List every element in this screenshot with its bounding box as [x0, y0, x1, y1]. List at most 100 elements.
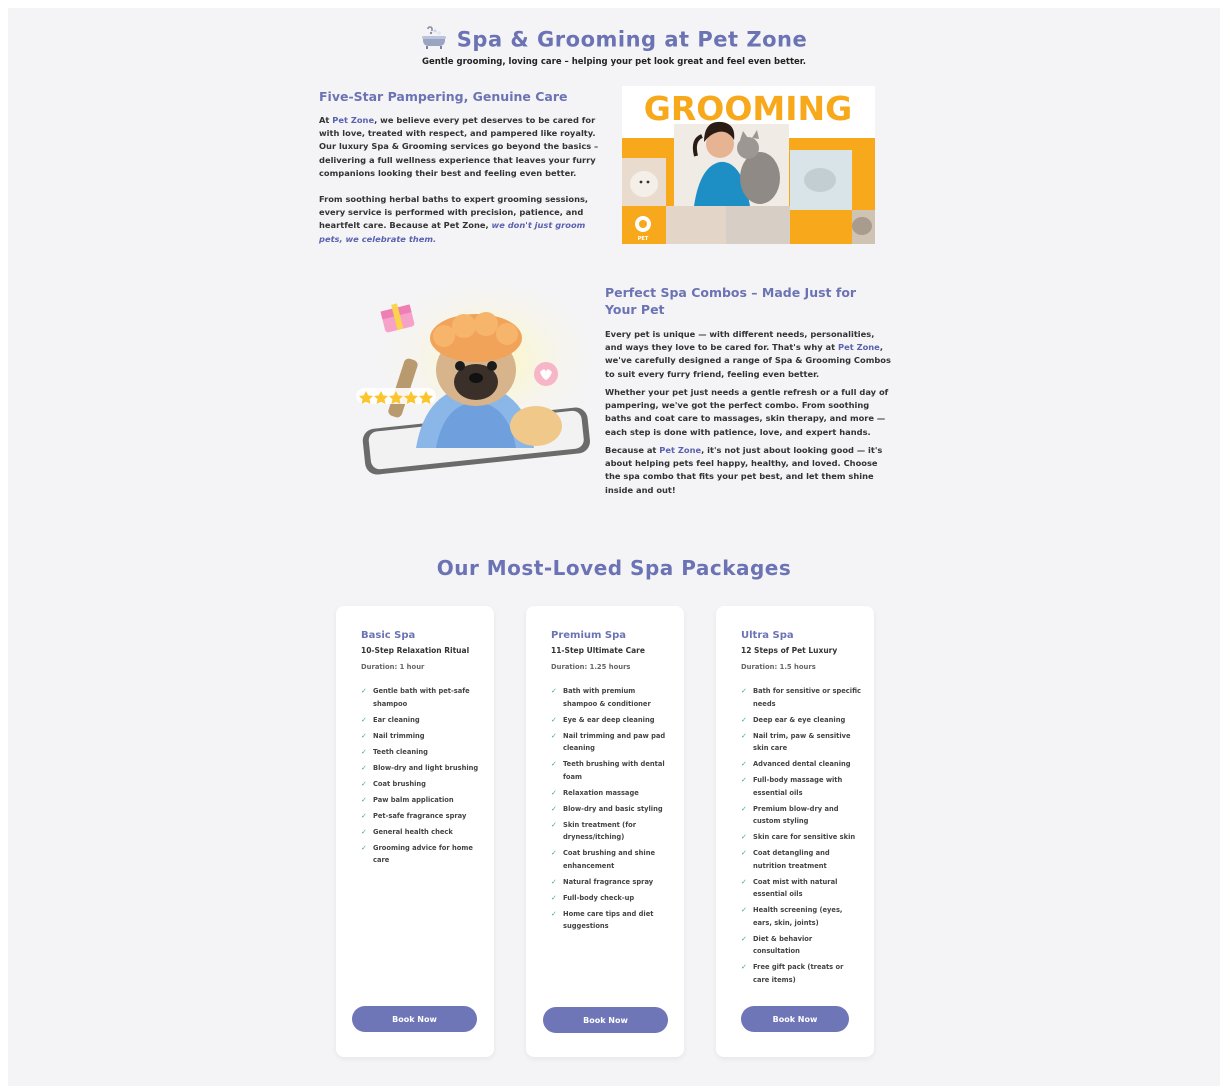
feature-item: ✓ Relaxation massage [551, 787, 671, 800]
feature-text: Full-body check-up [563, 893, 635, 902]
package-card-ultra: Ultra Spa 12 Steps of Pet Luxury Duratio… [716, 606, 874, 1057]
package-tagline: 11-Step Ultimate Care [551, 646, 645, 655]
feature-text: Skin treatment (for dryness/itching) [563, 820, 637, 842]
book-now-button-basic[interactable]: Book Now [352, 1006, 477, 1032]
section2-paragraph-3: Because at Pet Zone, it's not just about… [605, 444, 893, 497]
feature-text: Teeth brushing with dental foam [563, 760, 665, 781]
feature-text: Advanced dental cleaning [753, 760, 851, 768]
feature-text: Health screening (eyes, ears, skin, join… [753, 906, 843, 927]
grooming-image-logo-text: PET [638, 236, 649, 242]
feature-item: ✓ Premium blow-dry and custom styling [741, 803, 861, 828]
check-icon: ✓ [361, 763, 367, 772]
feature-text: Diet & behavior consultation [753, 934, 813, 956]
package-card-basic: Basic Spa 10-Step Relaxation Ritual Dura… [336, 606, 494, 1057]
hero-title-row: Spa & Grooming at Pet Zone [8, 26, 1220, 55]
check-icon: ✓ [361, 779, 367, 788]
feature-item: ✓ Paw balm application [361, 794, 481, 807]
feature-list: ✓ Gentle bath with pet-safe shampoo ✓ Ear c… [361, 685, 481, 870]
feature-text: Nail trimming [373, 731, 425, 740]
section1-heading: Five-Star Pampering, Genuine Care [319, 89, 568, 104]
feature-list: ✓ Bath for sensitive or specific needs ✓ De… [741, 685, 861, 990]
check-icon: ✓ [551, 877, 557, 886]
check-icon: ✓ [741, 934, 747, 943]
check-icon: ✓ [361, 795, 367, 804]
hero-title: Spa & Grooming at Pet Zone [456, 27, 808, 52]
book-now-button-ultra[interactable]: Book Now [741, 1006, 849, 1032]
feature-text: Teeth cleaning [373, 747, 428, 756]
section1-paragraph-2: From soothing herbal baths to expert gro… [319, 193, 607, 246]
feature-item: ✓ Coat mist with natural essential oils [741, 876, 861, 901]
check-icon: ✓ [741, 849, 747, 857]
feature-text: Eye & ear deep cleaning [563, 715, 655, 724]
spa-pet-illustration [326, 278, 596, 478]
feature-list: ✓ Bath with premium shampoo & conditioner… [551, 685, 671, 936]
feature-item: ✓ Coat brushing [361, 778, 481, 791]
check-icon: ✓ [741, 963, 747, 971]
feature-item: ✓ Natural fragrance spray [551, 876, 671, 889]
feature-item: ✓ Coat detangling and nutrition treatment [741, 847, 861, 872]
feature-text: Deep ear & eye cleaning [753, 715, 846, 724]
feature-text: Coat brushing [373, 779, 426, 788]
brand-name: Pet Zone [659, 445, 702, 455]
feature-item: ✓ Skin treatment (for dryness/itching) [551, 819, 671, 844]
book-now-button-premium[interactable]: Book Now [543, 1007, 668, 1033]
check-icon: ✓ [551, 788, 557, 797]
feature-item: ✓ Free gift pack (treats or care items) [741, 961, 861, 986]
feature-text: General health check [373, 827, 453, 836]
feature-item: ✓ Home care tips and diet suggestions [551, 908, 671, 933]
bathtub-icon [421, 26, 447, 55]
feature-item: ✓ Full-body check-up [551, 892, 671, 905]
package-tagline: 10-Step Relaxation Ritual [361, 646, 470, 655]
text-segment: Every pet is unique — with different nee… [605, 329, 875, 353]
feature-text: Bath for sensitive or specific needs [753, 687, 861, 708]
check-icon: ✓ [741, 833, 747, 841]
check-icon: ✓ [361, 687, 367, 695]
package-card-premium: Premium Spa 11-Step Ultimate Care Durati… [526, 606, 684, 1057]
check-icon: ✓ [361, 747, 367, 756]
feature-item: ✓ Advanced dental cleaning [741, 758, 861, 771]
feature-text: Full-body massage with essential oils [753, 776, 843, 797]
check-icon: ✓ [361, 843, 367, 852]
feature-item: ✓ Bath for sensitive or specific needs [741, 685, 861, 710]
feature-item: ✓ Health screening (eyes, ears, skin, joi… [741, 904, 861, 929]
check-icon: ✓ [551, 909, 557, 918]
section2-heading: Perfect Spa Combos – Made Just for Your … [605, 285, 857, 317]
feature-item: ✓ Nail trim, paw & sensitive skin care [741, 730, 861, 755]
check-icon: ✓ [741, 906, 747, 914]
check-icon: ✓ [551, 687, 557, 695]
check-icon: ✓ [551, 804, 557, 813]
feature-text: Home care tips and diet suggestions [563, 909, 654, 931]
feature-item: ✓ Gentle bath with pet-safe shampoo [361, 685, 481, 710]
package-duration: Duration: 1.5 hours [741, 663, 816, 671]
feature-text: Coat detangling and nutrition treatment [753, 849, 830, 870]
feature-text: Natural fragrance spray [563, 877, 654, 886]
check-icon: ✓ [741, 687, 747, 695]
feature-item: ✓ Pet-safe fragrance spray [361, 810, 481, 823]
feature-text: Ear cleaning [373, 715, 420, 724]
feature-item: ✓ General health check [361, 826, 481, 839]
feature-item: ✓ Coat brushing and shine enhancement [551, 847, 671, 872]
check-icon: ✓ [741, 731, 747, 740]
feature-item: ✓ Bath with premium shampoo & conditioner [551, 685, 671, 710]
text-segment: Because at [605, 445, 660, 455]
package-name: Ultra Spa [741, 630, 794, 641]
hero-subtitle: Gentle grooming, loving care – helping y… [422, 57, 806, 67]
brand-name: Pet Zone [332, 115, 375, 125]
feature-text: Paw balm application [373, 795, 454, 804]
feature-item: ✓ Nail trimming and paw pad cleaning [551, 730, 671, 755]
feature-text: Grooming advice for home care [373, 843, 473, 865]
packages-title: Our Most-Loved Spa Packages [436, 556, 792, 580]
check-icon: ✓ [551, 731, 557, 740]
section2-paragraph-2: Whether your pet just needs a gentle ref… [605, 387, 889, 437]
feature-item: ✓ Full-body massage with essential oils [741, 774, 861, 799]
package-tagline: 12 Steps of Pet Luxury [741, 646, 838, 655]
page: Spa & Grooming at Pet Zone Gentle groomi… [8, 8, 1220, 1086]
feature-text: Blow-dry and basic styling [563, 804, 663, 813]
check-icon: ✓ [551, 760, 557, 768]
feature-item: ✓ Eye & ear deep cleaning [551, 714, 671, 727]
feature-text: Bath with premium shampoo & conditioner [563, 687, 651, 708]
package-name: Basic Spa [361, 630, 416, 641]
text-segment: At [319, 115, 333, 125]
feature-item: ✓ Diet & behavior consultation [741, 933, 861, 958]
check-icon: ✓ [361, 811, 367, 820]
